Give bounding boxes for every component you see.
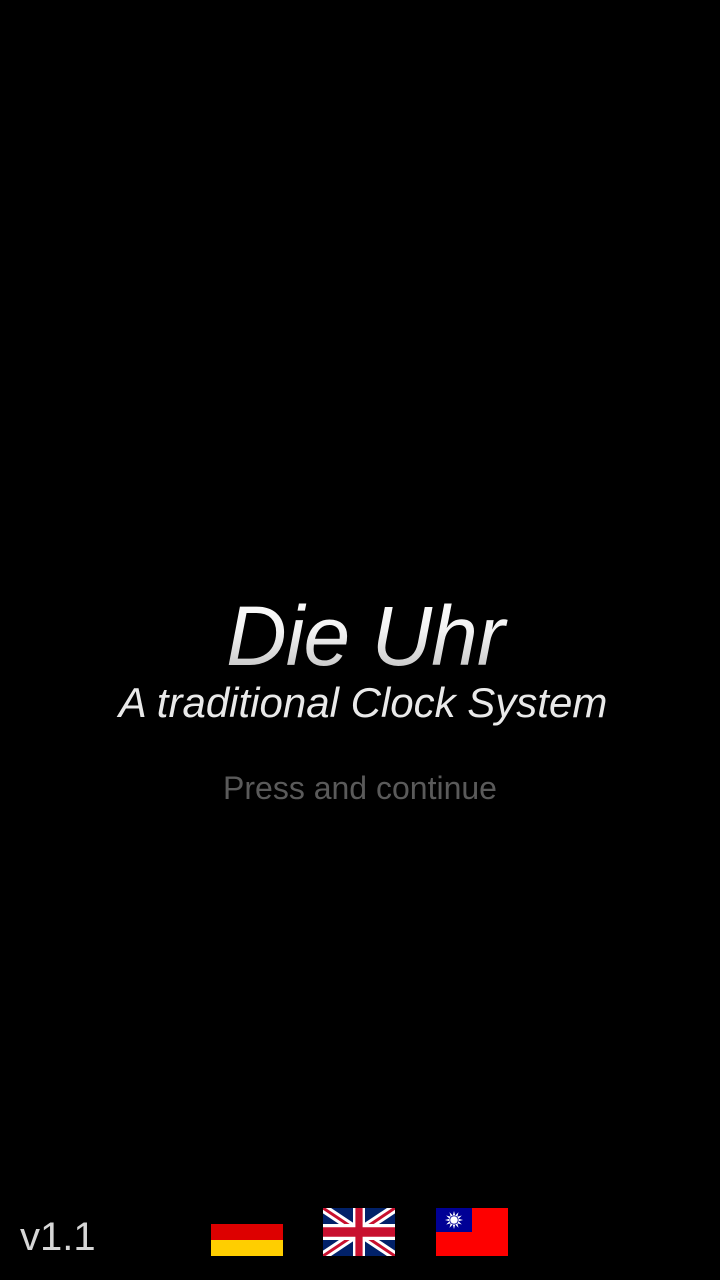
press-to-continue-prompt[interactable]: Press and continue [0,768,720,808]
version-label: v1.1 [20,1215,96,1259]
app-subtitle: A traditional Clock System [118,679,608,726]
language-taiwan-button[interactable] [436,1208,508,1256]
language-english-button[interactable] [323,1208,395,1256]
splash-screen[interactable]: Die Uhr A traditional Clock System Press… [0,0,720,1280]
app-title[interactable]: Die Uhr [0,588,720,684]
uk-flag-icon [323,1208,395,1256]
german-flag-icon [211,1208,283,1256]
language-german-button[interactable] [211,1208,283,1256]
taiwan-flag-icon [436,1208,508,1256]
